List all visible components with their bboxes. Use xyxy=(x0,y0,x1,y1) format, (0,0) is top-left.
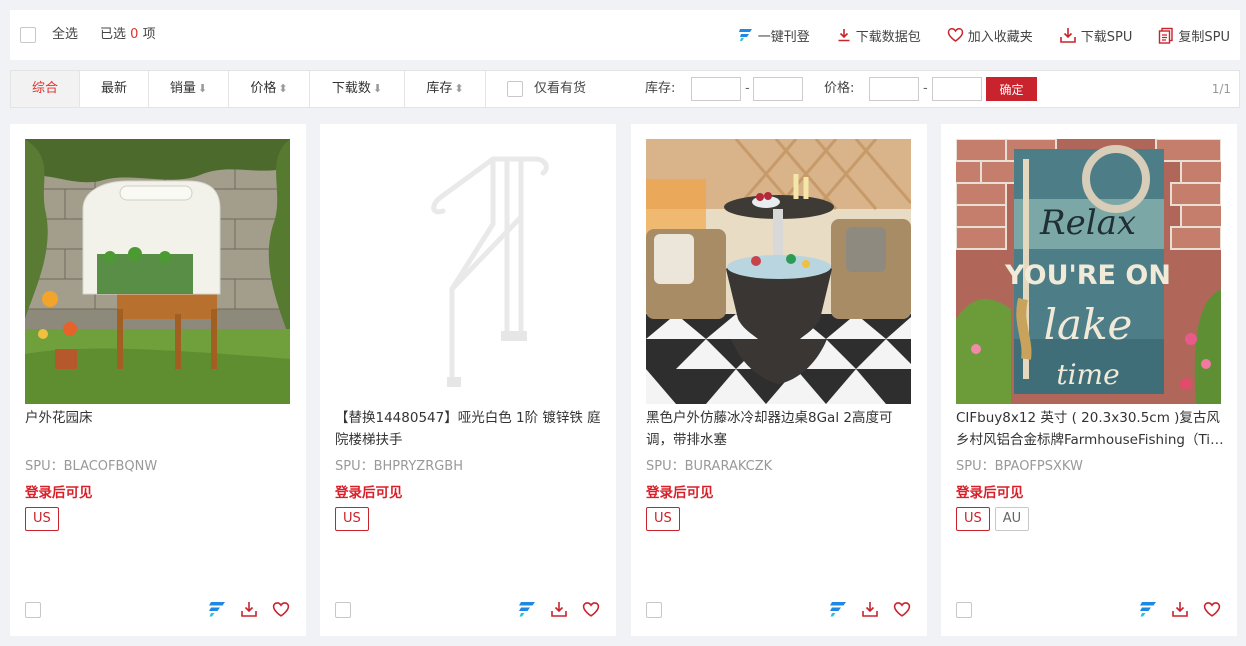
login-to-view-price[interactable]: 登录后可见 xyxy=(956,481,1024,501)
heart-icon[interactable] xyxy=(893,601,911,618)
download-icon xyxy=(838,29,850,42)
market-tag: US xyxy=(646,507,680,531)
product-title[interactable]: 户外花园床 xyxy=(25,407,293,429)
product-image[interactable] xyxy=(25,139,290,404)
market-tag: US xyxy=(956,507,990,531)
card-actions xyxy=(1139,600,1221,618)
price-range-label: 价格: xyxy=(824,81,855,96)
heart-icon[interactable] xyxy=(272,601,290,618)
card-actions xyxy=(208,600,290,618)
product-card[interactable]: 【替换14480547】哑光白色 1阶 镀锌铁 庭院楼梯扶手 SPU：BHPRY… xyxy=(320,124,616,636)
card-actions xyxy=(518,600,600,618)
publish-icon xyxy=(738,29,752,41)
publish-icon[interactable] xyxy=(518,601,536,617)
market-tags: US AU xyxy=(956,507,1030,531)
market-tags: US xyxy=(646,507,680,531)
sort-down-icon: ⬇ xyxy=(372,82,383,95)
publish-label: 一键刊登 xyxy=(757,29,810,45)
download-icon xyxy=(1059,28,1076,43)
sort-price[interactable]: 价格 ⬍ xyxy=(229,71,310,107)
product-image[interactable] xyxy=(335,139,600,404)
product-image[interactable] xyxy=(646,139,911,404)
heart-icon[interactable] xyxy=(582,601,600,618)
product-image[interactable]: Relax YOU'RE ON lake time xyxy=(956,139,1221,404)
publish-icon[interactable] xyxy=(1139,601,1157,617)
publish-icon[interactable] xyxy=(829,601,847,617)
sort-updown-icon: ⬍ xyxy=(278,82,288,95)
copy-spu-label: 复制SPU xyxy=(1178,29,1230,45)
sort-sales[interactable]: 销量 ⬇ xyxy=(149,71,229,107)
login-to-view-price[interactable]: 登录后可见 xyxy=(25,481,93,501)
selected-count-text: 已选 0 项 xyxy=(100,27,156,42)
download-icon[interactable] xyxy=(861,600,879,618)
product-checkbox[interactable] xyxy=(335,602,351,618)
download-package-label: 下载数据包 xyxy=(855,29,921,45)
heart-icon xyxy=(947,28,964,42)
stock-range-dash: - xyxy=(745,81,750,96)
download-icon[interactable] xyxy=(550,600,568,618)
in-stock-only-checkbox[interactable] xyxy=(507,81,523,97)
sort-newest[interactable]: 最新 xyxy=(80,71,149,107)
download-spu-label: 下载SPU xyxy=(1080,29,1133,45)
product-checkbox[interactable] xyxy=(646,602,662,618)
in-stock-only-label[interactable]: 仅看有货 xyxy=(534,71,586,107)
pagination-indicator: 1/1 xyxy=(1211,82,1231,96)
market-tags: US xyxy=(25,507,59,531)
svg-text:lake: lake xyxy=(1044,300,1133,349)
product-card[interactable]: Relax YOU'RE ON lake time CIFbuy8x12 英寸 … xyxy=(941,124,1237,636)
sort-updown-icon: ⬍ xyxy=(454,82,464,95)
product-card[interactable]: 户外花园床 SPU：BLACOFBQNW 登录后可见 US xyxy=(10,124,306,636)
product-checkbox[interactable] xyxy=(956,602,972,618)
select-all-checkbox[interactable] xyxy=(20,27,36,43)
product-title[interactable]: CIFbuy8x12 英寸 ( 20.3x30.5cm )复古风乡村风铝合金标牌… xyxy=(956,407,1224,451)
market-tags: US xyxy=(335,507,369,531)
copy-icon xyxy=(1159,27,1174,44)
sort-down-icon: ⬇ xyxy=(197,82,208,95)
market-tag: US xyxy=(25,507,59,531)
product-spu: SPU：BHPRYZRGBH xyxy=(335,459,463,474)
filter-bar: 综合 最新 销量 ⬇ 价格 ⬍ 下载数 ⬇ 库存 ⬍ 仅看有货 库存: - 价格: - … xyxy=(10,70,1240,108)
market-tag: US xyxy=(335,507,369,531)
product-card[interactable]: 黑色户外仿藤冰冷却器边桌8Gal 2高度可调，带排水塞 SPU：BURARAKC… xyxy=(631,124,927,636)
sort-downloads[interactable]: 下载数 ⬇ xyxy=(310,71,405,107)
price-min-input[interactable] xyxy=(869,77,919,101)
stock-min-input[interactable] xyxy=(691,77,741,101)
sort-stock[interactable]: 库存 ⬍ xyxy=(405,71,486,107)
top-toolbar: 全选 已选 0 项 一键刊登 下载数据包 加入收藏夹 下载SPU 复制SPU xyxy=(10,10,1240,60)
card-actions xyxy=(829,600,911,618)
login-to-view-price[interactable]: 登录后可见 xyxy=(646,481,714,501)
sort-comprehensive[interactable]: 综合 xyxy=(11,71,80,107)
product-title[interactable]: 黑色户外仿藤冰冷却器边桌8Gal 2高度可调，带排水塞 xyxy=(646,407,914,451)
price-max-input[interactable] xyxy=(932,77,982,101)
stock-max-input[interactable] xyxy=(753,77,803,101)
product-title[interactable]: 【替换14480547】哑光白色 1阶 镀锌铁 庭院楼梯扶手 xyxy=(335,407,603,451)
download-spu-button[interactable]: 下载SPU xyxy=(1059,26,1133,45)
login-to-view-price[interactable]: 登录后可见 xyxy=(335,481,403,501)
download-package-button[interactable]: 下载数据包 xyxy=(836,26,921,45)
download-icon[interactable] xyxy=(240,600,258,618)
select-all-label[interactable]: 全选 xyxy=(52,27,78,43)
svg-text:Relax: Relax xyxy=(1039,203,1136,243)
selected-count: 0 xyxy=(130,27,139,42)
product-checkbox[interactable] xyxy=(25,602,41,618)
copy-spu-button[interactable]: 复制SPU xyxy=(1158,26,1230,45)
market-tag: AU xyxy=(994,507,1030,531)
publish-icon[interactable] xyxy=(208,601,226,617)
svg-text:YOU'RE ON: YOU'RE ON xyxy=(1004,260,1171,291)
one-click-publish-button[interactable]: 一键刊登 xyxy=(738,26,810,45)
product-spu: SPU：BURARAKCZK xyxy=(646,459,773,474)
add-favorites-button[interactable]: 加入收藏夹 xyxy=(947,26,1033,45)
svg-text:time: time xyxy=(1056,358,1119,391)
bulk-actions: 一键刊登 下载数据包 加入收藏夹 下载SPU 复制SPU xyxy=(738,10,1230,60)
price-range-dash: - xyxy=(923,81,928,96)
add-favorites-label: 加入收藏夹 xyxy=(967,29,1033,45)
product-spu: SPU：BPAOFPSXKW xyxy=(956,459,1083,474)
stock-range-label: 库存: xyxy=(645,81,676,96)
download-icon[interactable] xyxy=(1171,600,1189,618)
heart-icon[interactable] xyxy=(1203,601,1221,618)
confirm-filter-button[interactable]: 确定 xyxy=(986,77,1037,101)
product-spu: SPU：BLACOFBQNW xyxy=(25,459,158,474)
